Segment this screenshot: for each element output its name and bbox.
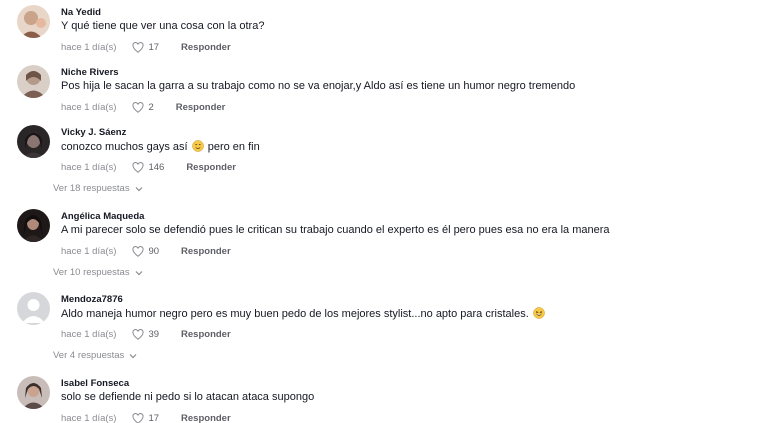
comment-meta: hace 1 día(s) 146 Responder xyxy=(61,160,236,174)
view-replies-label: Ver 18 respuestas xyxy=(53,183,130,194)
reply-button[interactable]: Responder xyxy=(181,42,231,53)
like-count: 146 xyxy=(148,161,165,173)
comment-item: Angélica Maqueda A mi parecer solo se de… xyxy=(0,209,768,284)
chevron-down-icon xyxy=(135,186,143,192)
avatar[interactable] xyxy=(17,125,50,158)
comment-timestamp: hace 1 día(s) xyxy=(61,328,117,340)
like-count: 90 xyxy=(148,245,160,257)
smiling-face-icon xyxy=(191,140,204,152)
comment-text: solo se defiende ni pedo si lo atacan at… xyxy=(61,391,315,403)
comment-text: Pos hija le sacan la garra a su trabajo … xyxy=(61,80,576,92)
heart-icon[interactable] xyxy=(132,412,144,423)
reply-button[interactable]: Responder xyxy=(181,413,231,423)
comment-meta: hace 1 día(s) 39 Responder xyxy=(61,327,231,341)
view-replies-button[interactable]: Ver 18 respuestas xyxy=(53,183,143,194)
comment-text: A mi parecer solo se defendió pues le cr… xyxy=(61,224,610,236)
like-count: 17 xyxy=(148,412,160,423)
comment-meta: hace 1 día(s) 17 Responder xyxy=(61,411,231,423)
heart-icon[interactable] xyxy=(132,328,144,340)
view-replies-button[interactable]: Ver 10 respuestas xyxy=(53,267,143,278)
chevron-down-icon xyxy=(129,353,137,359)
comment-meta: hace 1 día(s) 2 Responder xyxy=(61,100,225,114)
heart-icon[interactable] xyxy=(132,101,144,113)
avatar[interactable] xyxy=(17,209,50,242)
comment-text-part: conozco muchos gays así xyxy=(61,141,188,153)
comment-item: Vicky J. Sáenz conozco muchos gays así p… xyxy=(0,125,768,200)
heart-icon[interactable] xyxy=(132,41,144,53)
avatar[interactable] xyxy=(17,65,50,98)
like-count: 39 xyxy=(148,328,160,340)
comment-username[interactable]: Niche Rivers xyxy=(61,67,119,78)
comment-timestamp: hace 1 día(s) xyxy=(61,41,117,53)
comment-username[interactable]: Isabel Fonseca xyxy=(61,378,129,389)
comment-text: Y qué tiene que ver una cosa con la otra… xyxy=(61,20,265,32)
comment-timestamp: hace 1 día(s) xyxy=(61,161,117,173)
avatar[interactable] xyxy=(17,292,50,325)
avatar[interactable] xyxy=(17,376,50,409)
comment-timestamp: hace 1 día(s) xyxy=(61,101,117,113)
comment-username[interactable]: Na Yedid xyxy=(61,7,101,18)
like-count: 2 xyxy=(148,101,154,113)
heart-icon[interactable] xyxy=(132,245,144,257)
comment-text: conozco muchos gays así pero en fin xyxy=(61,140,260,153)
comment-username[interactable]: Angélica Maqueda xyxy=(61,211,144,222)
comment-text-part: Aldo maneja humor negro pero es muy buen… xyxy=(61,308,529,320)
reply-button[interactable]: Responder xyxy=(176,102,226,113)
laughing-face-icon xyxy=(533,307,545,319)
view-replies-label: Ver 10 respuestas xyxy=(53,267,130,278)
view-replies-label: Ver 4 respuestas xyxy=(53,350,125,361)
comment-username[interactable]: Mendoza7876 xyxy=(61,294,123,305)
avatar[interactable] xyxy=(17,5,50,38)
comment-username[interactable]: Vicky J. Sáenz xyxy=(61,127,126,138)
comment-timestamp: hace 1 día(s) xyxy=(61,412,117,423)
reply-button[interactable]: Responder xyxy=(181,246,231,257)
heart-icon[interactable] xyxy=(132,161,144,173)
view-replies-button[interactable]: Ver 4 respuestas xyxy=(53,350,137,361)
comment-list: Na Yedid Y qué tiene que ver una cosa co… xyxy=(0,0,768,423)
like-count: 17 xyxy=(148,41,160,53)
comment-timestamp: hace 1 día(s) xyxy=(61,245,117,257)
comment-meta: hace 1 día(s) 90 Responder xyxy=(61,244,231,258)
comment-item: Na Yedid Y qué tiene que ver una cosa co… xyxy=(0,5,768,55)
comment-item: Niche Rivers Pos hija le sacan la garra … xyxy=(0,65,768,115)
reply-button[interactable]: Responder xyxy=(186,162,236,173)
comment-text-part: pero en fin xyxy=(207,141,260,153)
chevron-down-icon xyxy=(135,270,143,276)
comment-item: Isabel Fonseca solo se defiende ni pedo … xyxy=(0,376,768,423)
reply-button[interactable]: Responder xyxy=(181,329,231,340)
comment-text: Aldo maneja humor negro pero es muy buen… xyxy=(61,307,546,320)
comment-item: Mendoza7876 Aldo maneja humor negro pero… xyxy=(0,292,768,367)
comment-meta: hace 1 día(s) 17 Responder xyxy=(61,40,231,54)
